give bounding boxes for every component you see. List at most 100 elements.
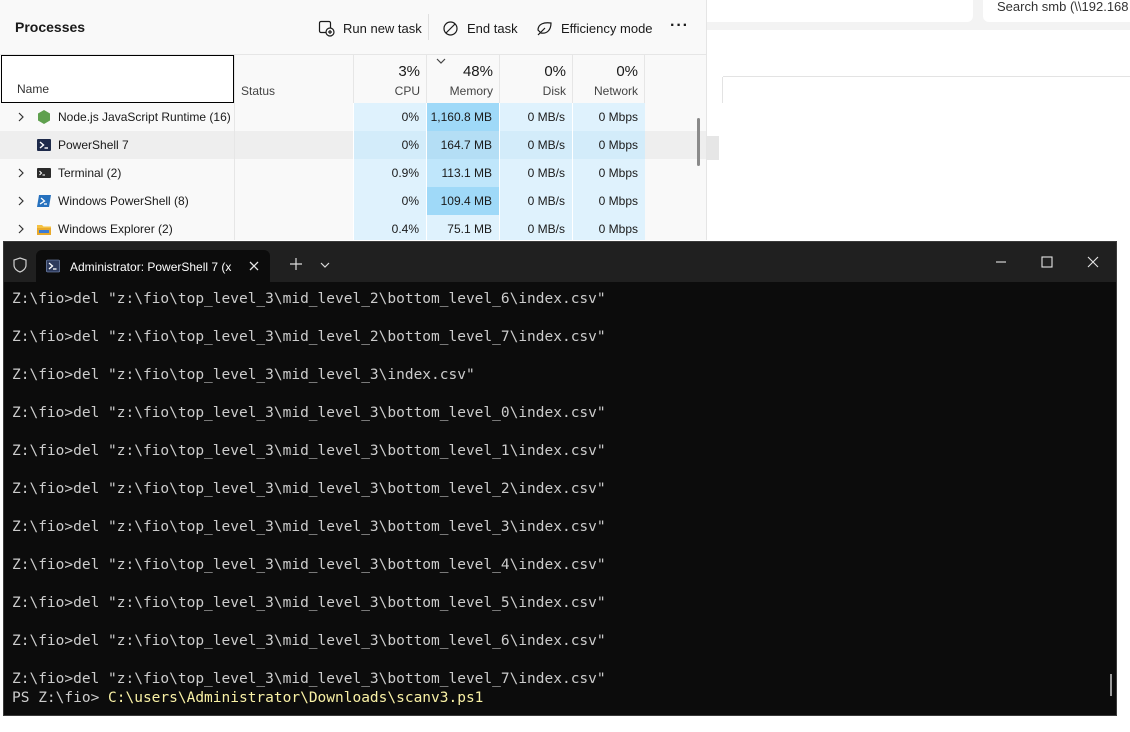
table-row[interactable]: Terminal (2) 0.9% 113.1 MB 0 MB/s 0 Mbps	[0, 159, 706, 187]
disk-cell: 0 MB/s	[499, 103, 572, 131]
network-cell: 0 Mbps	[572, 159, 645, 187]
nodejs-icon	[38, 110, 50, 124]
network-column-header[interactable]: 0% Network	[572, 55, 645, 103]
disk-cell: 0 MB/s	[499, 131, 572, 159]
terminal-icon	[37, 168, 51, 178]
status-cell	[234, 159, 353, 187]
page-title: Processes	[15, 19, 86, 35]
prompt-text: PS Z:\fio>	[12, 690, 109, 706]
chevron-right-icon[interactable]	[16, 112, 26, 122]
memory-cell: 109.4 MB	[426, 187, 499, 215]
network-cell: 0 Mbps	[572, 187, 645, 215]
cpu-cell: 0%	[353, 103, 426, 131]
powershell-icon	[37, 139, 51, 151]
tab-bar: Administrator: PowerShell 7 (x	[4, 242, 1116, 282]
console-line: Z:\fio>del "z:\fio\top_level_3\mid_level…	[12, 595, 606, 611]
chevron-down-icon[interactable]	[319, 260, 331, 270]
console-line: Z:\fio>del "z:\fio\top_level_3\mid_level…	[12, 291, 606, 307]
close-window-icon[interactable]	[1083, 252, 1103, 272]
table-row[interactable]: PowerShell 7 0% 164.7 MB 0 MB/s 0 Mbps	[0, 131, 706, 159]
maximize-icon[interactable]	[1037, 252, 1057, 272]
disk-cell: 0 MB/s	[499, 215, 572, 240]
table-row[interactable]: Node.js JavaScript Runtime (16) 0% 1,160…	[0, 103, 706, 131]
plus-icon[interactable]	[289, 257, 303, 271]
minimize-icon[interactable]	[991, 252, 1011, 272]
terminal-window: Administrator: PowerShell 7 (x Z:\fio>de…	[3, 241, 1117, 716]
close-icon[interactable]	[247, 259, 261, 273]
tab-powershell[interactable]: Administrator: PowerShell 7 (x	[36, 250, 270, 282]
efficiency-mode-label: Efficiency mode	[561, 20, 653, 36]
scrollbar-thumb[interactable]	[1110, 674, 1112, 696]
run-new-task-label: Run new task	[343, 20, 422, 36]
scrollbar-thumb[interactable]	[697, 118, 700, 166]
table-row[interactable]: Windows Explorer (2) 0.4% 75.1 MB 0 MB/s…	[0, 215, 706, 240]
prompt-line[interactable]: PS Z:\fio> C:\users\Administrator\Downlo…	[12, 688, 483, 708]
network-cell: 0 Mbps	[572, 131, 645, 159]
process-name: PowerShell 7	[58, 138, 129, 152]
memory-cell: 1,160.8 MB	[426, 103, 499, 131]
search-input[interactable]: Search smb (\\192.168	[983, 0, 1130, 22]
cpu-cell: 0.9%	[353, 159, 426, 187]
console-line: Z:\fio>del "z:\fio\top_level_3\mid_level…	[12, 481, 606, 497]
disk-cell: 0 MB/s	[499, 159, 572, 187]
more-options-button[interactable]: ···	[670, 17, 689, 35]
memory-cell: 164.7 MB	[426, 131, 499, 159]
status-cell	[234, 103, 353, 131]
process-name: Node.js JavaScript Runtime (16)	[58, 110, 231, 124]
console-line: Z:\fio>del "z:\fio\top_level_3\mid_level…	[12, 519, 606, 535]
console-line: Z:\fio>del "z:\fio\top_level_3\mid_level…	[12, 329, 606, 345]
table-row[interactable]: Windows PowerShell (8) 0% 109.4 MB 0 MB/…	[0, 187, 706, 215]
cpu-cell: 0%	[353, 187, 426, 215]
memory-cell: 75.1 MB	[426, 215, 499, 240]
divider	[723, 76, 1130, 77]
toolbar-separator	[428, 14, 429, 40]
memory-cell: 113.1 MB	[426, 159, 499, 187]
powershell-icon	[46, 259, 60, 273]
console-line: Z:\fio>del "z:\fio\top_level_3\mid_level…	[12, 671, 606, 687]
tab-title: Administrator: PowerShell 7 (x	[70, 260, 232, 274]
desktop-background	[0, 716, 1130, 732]
end-task-icon	[443, 20, 458, 36]
column-divider	[722, 77, 723, 103]
efficiency-mode-button[interactable]: Efficiency mode	[536, 17, 653, 39]
run-task-icon	[318, 20, 335, 37]
windows-powershell-icon	[37, 195, 51, 207]
chevron-right-icon[interactable]	[16, 196, 26, 206]
console-line: Z:\fio>del "z:\fio\top_level_3\mid_level…	[12, 367, 475, 383]
cpu-cell: 0%	[353, 131, 426, 159]
end-task-label: End task	[467, 20, 518, 36]
process-name: Windows Explorer (2)	[58, 222, 173, 236]
status-column-header[interactable]: Status	[234, 55, 353, 103]
process-name: Terminal (2)	[58, 166, 122, 180]
disk-cell: 0 MB/s	[499, 187, 572, 215]
disk-column-header[interactable]: 0% Disk	[499, 55, 572, 103]
command-text: C:\users\Administrator\Downloads\scanv3.…	[108, 690, 484, 706]
file-explorer-window: Search smb (\\192.168	[707, 0, 1130, 240]
shield-icon	[13, 257, 27, 273]
process-name: Windows PowerShell (8)	[58, 194, 189, 208]
network-cell: 0 Mbps	[572, 103, 645, 131]
console-line: Z:\fio>del "z:\fio\top_level_3\mid_level…	[12, 405, 606, 421]
status-cell	[234, 215, 353, 240]
sort-descending-icon	[436, 58, 446, 64]
leaf-icon	[537, 21, 552, 35]
chevron-right-icon[interactable]	[16, 224, 26, 234]
address-bar[interactable]	[707, 0, 973, 22]
name-column-header[interactable]: Name	[1, 55, 234, 103]
folder-icon	[37, 225, 51, 235]
chevron-right-icon[interactable]	[16, 168, 26, 178]
scrollbar-track	[707, 136, 719, 160]
console-line: Z:\fio>del "z:\fio\top_level_3\mid_level…	[12, 443, 606, 459]
console-line: Z:\fio>del "z:\fio\top_level_3\mid_level…	[12, 633, 606, 649]
run-new-task-button[interactable]: Run new task	[318, 17, 422, 39]
console-line: Z:\fio>del "z:\fio\top_level_3\mid_level…	[12, 557, 606, 573]
end-task-button[interactable]: End task	[442, 17, 518, 39]
column-header-row: Name Status 3% CPU 48% Memory 0% Disk 0%…	[0, 54, 706, 103]
console-output[interactable]: Z:\fio>del "z:\fio\top_level_3\mid_level…	[12, 282, 1108, 706]
status-cell	[234, 131, 353, 159]
explorer-toolbar: Search smb (\\192.168	[707, 0, 1130, 30]
cpu-cell: 0.4%	[353, 215, 426, 240]
cpu-column-header[interactable]: 3% CPU	[353, 55, 426, 103]
status-cell	[234, 187, 353, 215]
task-manager-window: Processes Run new task End task Efficien…	[0, 0, 707, 240]
